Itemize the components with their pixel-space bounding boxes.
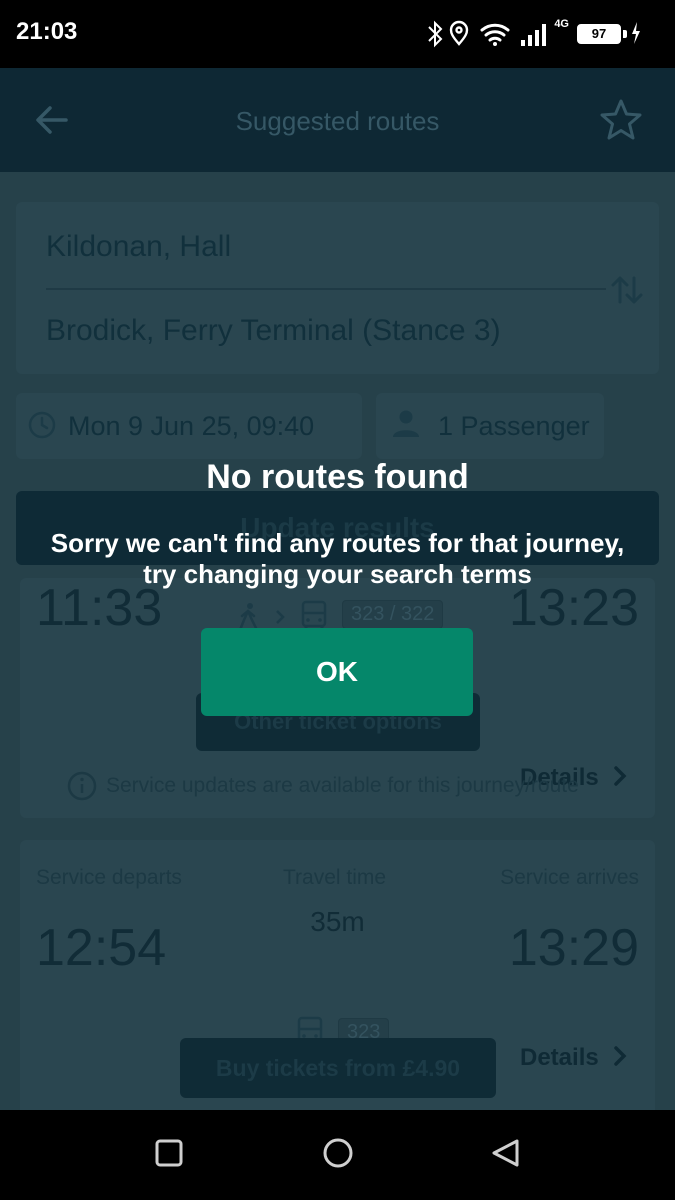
passenger-selector[interactable]: 1 Passenger [376, 393, 604, 459]
service-badge: 323 / 322 [342, 600, 444, 629]
clock-icon [28, 411, 56, 439]
details-label: Details [520, 1044, 599, 1071]
divider [46, 288, 606, 290]
travel-time-label: Travel time [283, 866, 387, 889]
swap-vertical-icon[interactable] [609, 272, 645, 308]
dialog-title: No routes found [206, 458, 469, 496]
passenger-value: 1 Passenger [438, 411, 590, 441]
dialog-message: Sorry we can't find any routes for that … [50, 528, 625, 589]
bluetooth-icon [428, 20, 443, 48]
system-nav-bar [0, 1110, 675, 1200]
wifi-icon [480, 23, 510, 46]
ok-button[interactable]: OK [201, 628, 473, 716]
date-time-value: Mon 9 Jun 25, 09:40 [68, 411, 315, 441]
chevron-right-icon [276, 610, 285, 624]
battery-icon: 97 [577, 24, 621, 44]
status-bar: 21:03 4G 97 [0, 0, 675, 68]
location-icon [449, 20, 469, 46]
arrival-time: 13:29 [508, 919, 639, 977]
route-search-card: Kildonan, Hall Brodick, Ferry Terminal (… [16, 202, 659, 374]
star-outline-icon[interactable] [599, 98, 643, 142]
to-field[interactable]: Brodick, Ferry Terminal (Stance 3) [46, 314, 501, 348]
service-departs-label: Service departs [36, 866, 182, 889]
person-icon [393, 410, 419, 437]
page-title: Suggested routes [235, 106, 440, 136]
status-time: 21:03 [16, 18, 78, 45]
chevron-right-icon [614, 1046, 627, 1066]
recent-apps-icon[interactable] [154, 1138, 184, 1168]
signal-icon [521, 24, 546, 46]
chevron-right-icon [614, 766, 627, 786]
buy-tickets-button[interactable]: Buy tickets from £4.90 [180, 1038, 496, 1098]
journey-card-2[interactable]: Service departs Travel time Service arri… [20, 840, 655, 1110]
info-icon [67, 771, 97, 801]
network-type: 4G [554, 18, 569, 30]
back-triangle-icon[interactable] [490, 1138, 522, 1170]
home-icon[interactable] [321, 1138, 355, 1172]
battery-tip [623, 30, 627, 38]
app-bar: Suggested routes [0, 68, 675, 172]
service-update-text: Service updates are available for this j… [106, 774, 579, 797]
charging-icon [632, 22, 640, 44]
from-field[interactable]: Kildonan, Hall [46, 230, 231, 264]
details-link-2[interactable]: Details [520, 1044, 627, 1072]
service-arrives-label: Service arrives [500, 866, 639, 889]
date-time-selector[interactable]: Mon 9 Jun 25, 09:40 [16, 393, 362, 459]
